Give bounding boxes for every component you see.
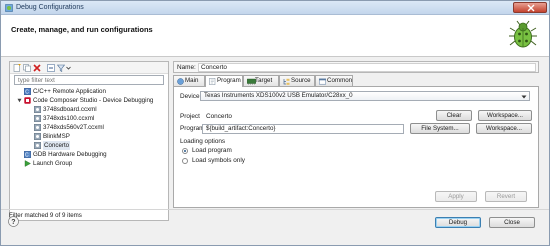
launch-icon bbox=[24, 160, 31, 167]
name-label: Name: bbox=[177, 64, 196, 71]
tree-item-label: 3748xds560v2T.ccxml bbox=[43, 124, 104, 131]
tab-program[interactable]: Program bbox=[205, 75, 243, 87]
svg-text:C: C bbox=[25, 90, 29, 95]
window-close-button[interactable] bbox=[513, 2, 547, 13]
svg-text:C: C bbox=[25, 153, 29, 158]
bug-logo-icon bbox=[509, 20, 537, 48]
revert-button[interactable]: Revert bbox=[485, 191, 527, 202]
name-field[interactable]: Concerto bbox=[198, 63, 536, 72]
tab-target[interactable]: Target bbox=[243, 75, 279, 86]
tree-item-label: 3748sdboard.ccxml bbox=[43, 106, 97, 113]
tree-toolbar bbox=[10, 62, 168, 74]
main-tab-icon bbox=[177, 78, 184, 85]
chevron-down-icon[interactable] bbox=[66, 64, 71, 72]
project-workspace-button[interactable]: Workspace... bbox=[478, 110, 532, 121]
tree-item-label: GDB Hardware Debugging bbox=[33, 151, 107, 158]
collapse-all-icon[interactable] bbox=[47, 64, 55, 72]
config-icon bbox=[34, 124, 41, 131]
load-symbols-label: Load symbols only bbox=[192, 157, 245, 164]
config-icon bbox=[34, 142, 41, 149]
new-configuration-icon[interactable] bbox=[13, 64, 21, 72]
loading-options-label: Loading options bbox=[180, 138, 226, 145]
clear-button[interactable]: Clear bbox=[436, 110, 472, 121]
tree-item-label: C/C++ Remote Application bbox=[33, 88, 106, 95]
c-app-icon: C bbox=[24, 88, 31, 95]
tab-source[interactable]: Source bbox=[279, 75, 315, 86]
tree-item-label: Launch Group bbox=[33, 160, 73, 167]
close-button[interactable]: Close bbox=[489, 217, 535, 228]
debug-button[interactable]: Debug bbox=[435, 217, 481, 228]
config-icon bbox=[34, 106, 41, 113]
debug-configurations-dialog: Debug Configurations Create, manage, and… bbox=[0, 0, 550, 246]
close-icon bbox=[527, 4, 535, 12]
svg-text:?: ? bbox=[11, 219, 15, 226]
project-value: Concerto bbox=[206, 113, 232, 120]
duplicate-icon[interactable] bbox=[23, 64, 31, 72]
project-label: Project bbox=[180, 113, 200, 120]
ccs-icon bbox=[24, 97, 31, 104]
filter-status-text: Filter matched 9 of 9 items bbox=[9, 212, 82, 219]
program-field[interactable]: ${build_artifact:Concerto} bbox=[202, 124, 404, 134]
load-program-label: Load program bbox=[192, 147, 232, 154]
title-bar: Debug Configurations bbox=[1, 1, 549, 15]
tab-main[interactable]: Main bbox=[173, 75, 205, 86]
common-tab-icon bbox=[319, 78, 326, 85]
file-system-button[interactable]: File System... bbox=[410, 123, 470, 134]
chevron-down-icon bbox=[521, 95, 527, 99]
footer-separator bbox=[1, 209, 549, 210]
device-select[interactable]: Texas Instruments XDS100v2 USB Emulator/… bbox=[200, 91, 530, 101]
program-label: Program bbox=[180, 125, 205, 132]
source-tab-icon bbox=[283, 78, 290, 85]
gdb-icon: C bbox=[24, 151, 31, 158]
configuration-tree-pane: C C/C++ Remote Application Code Composer… bbox=[9, 61, 169, 221]
expanded-triangle-icon[interactable] bbox=[17, 98, 22, 103]
config-icon bbox=[34, 115, 41, 122]
tab-strip: Main Program Target Source Common bbox=[173, 75, 539, 87]
load-symbols-radio[interactable] bbox=[182, 158, 188, 164]
help-icon[interactable]: ? bbox=[8, 216, 19, 227]
program-tab-icon bbox=[209, 78, 216, 85]
dialog-header: Create, manage, and run configurations bbox=[1, 15, 549, 57]
load-program-radio[interactable] bbox=[182, 148, 188, 154]
program-workspace-button[interactable]: Workspace... bbox=[476, 123, 532, 134]
delete-icon[interactable] bbox=[33, 64, 41, 72]
filter-input[interactable] bbox=[14, 75, 164, 85]
window-title: Debug Configurations bbox=[16, 4, 84, 11]
name-row: Name: Concerto bbox=[173, 61, 539, 73]
tab-common[interactable]: Common bbox=[315, 75, 353, 86]
device-label: Device bbox=[180, 93, 200, 100]
config-icon bbox=[34, 133, 41, 140]
apply-button[interactable]: Apply bbox=[435, 191, 477, 202]
filter-icon[interactable] bbox=[57, 64, 65, 72]
dialog-heading: Create, manage, and run configurations bbox=[11, 25, 153, 34]
tree-item-label: Concerto bbox=[43, 141, 71, 150]
configuration-editor: Name: Concerto Main Program Target Sourc… bbox=[173, 61, 539, 209]
target-tab-icon bbox=[247, 78, 256, 85]
debug-icon bbox=[5, 4, 13, 12]
tree-item-label: 3748xds100.ccxml bbox=[43, 115, 95, 122]
program-tab-panel: Device Texas Instruments XDS100v2 USB Em… bbox=[173, 86, 539, 208]
tree-item-label: Code Composer Studio - Device Debugging bbox=[33, 97, 154, 104]
tree-item-label: BlinkMSP bbox=[43, 133, 70, 140]
